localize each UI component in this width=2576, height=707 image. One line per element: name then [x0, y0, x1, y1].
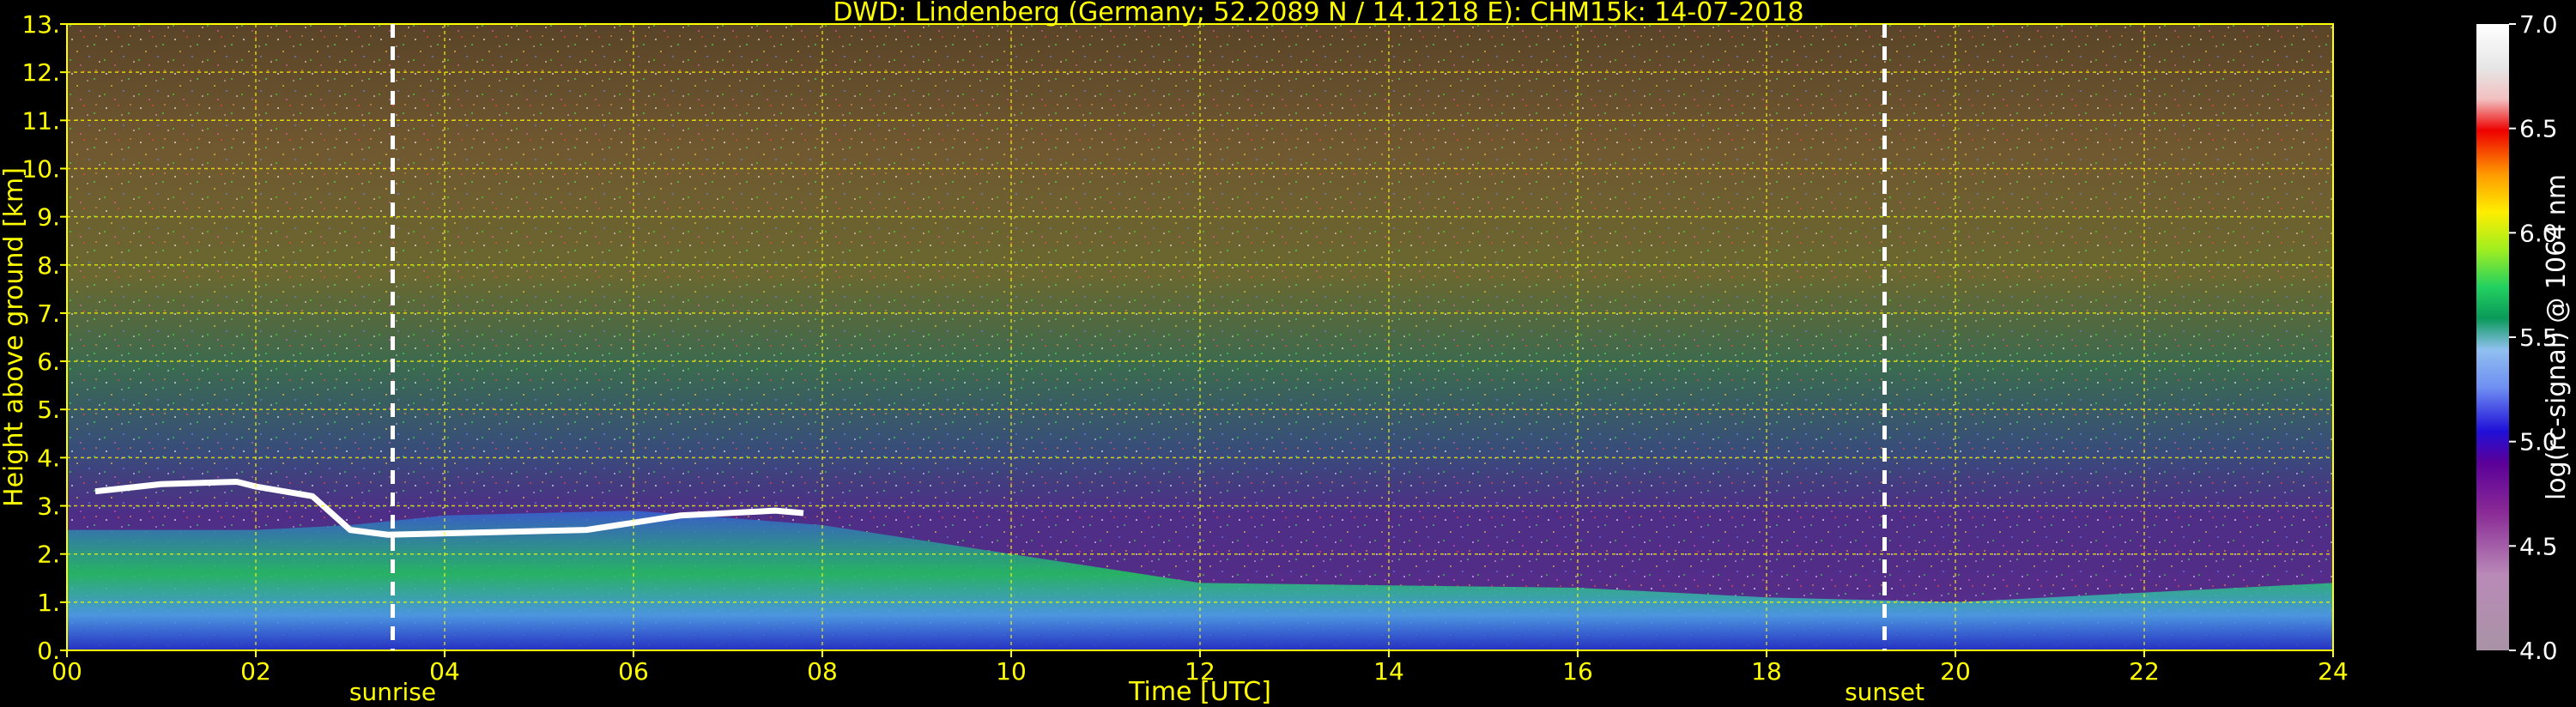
- ceilometer-chart: 00 02 04 06 08 10 12 14 16 18 20 22 240.1.2.3.4.5.6.…: [0, 0, 2572, 707]
- x-tick-label: 02: [240, 657, 271, 686]
- y-tick-label: 6.: [37, 347, 60, 376]
- marker-label-sunset: sunset: [1845, 678, 1924, 706]
- y-tick-label: 13.: [21, 10, 60, 39]
- x-tick-label: 10: [996, 657, 1027, 686]
- colorbar-tick-label: 4.0: [2519, 637, 2558, 665]
- x-tick-label: 24: [2318, 657, 2349, 686]
- colorbar-tick-label: 4.5: [2519, 532, 2558, 560]
- y-tick-label: 11.: [21, 106, 60, 135]
- colorbar-tick-label: 6.5: [2519, 115, 2558, 143]
- y-tick-label: 1.: [37, 589, 60, 617]
- x-tick-label: 14: [1373, 657, 1404, 686]
- colorbar-gradient: [2476, 24, 2509, 650]
- y-tick-label: 12.: [21, 58, 60, 87]
- chart-title: DWD: Lindenberg (Germany; 52.2089 N / 14…: [833, 0, 1803, 27]
- colorbar-tick-label: 7.0: [2519, 10, 2558, 39]
- y-tick-label: 3.: [37, 492, 60, 521]
- x-tick-label: 08: [807, 657, 838, 686]
- y-tick-label: 2.: [37, 541, 60, 569]
- y-tick-label: 8.: [37, 251, 60, 280]
- x-axis-label: Time [UTC]: [1128, 677, 1271, 707]
- x-tick-label: 16: [1562, 657, 1593, 686]
- y-axis-label: Height above ground [km]: [0, 167, 29, 507]
- y-tick-label: 9.: [37, 203, 60, 232]
- plot-area: [67, 24, 2333, 650]
- x-tick-label: 22: [2129, 657, 2160, 686]
- y-tick-label: 5.: [37, 396, 60, 424]
- x-tick-label: 18: [1751, 657, 1782, 686]
- y-tick-label: 0.: [37, 637, 60, 665]
- x-tick-label: 20: [1940, 657, 1971, 686]
- y-tick-label: 7.: [37, 299, 60, 328]
- x-tick-label: 06: [618, 657, 649, 686]
- y-tick-label: 4.: [37, 444, 60, 472]
- colorbar-label: log(rc-signal) @ 1064 nm: [2542, 174, 2572, 500]
- marker-label-sunrise: sunrise: [349, 678, 436, 706]
